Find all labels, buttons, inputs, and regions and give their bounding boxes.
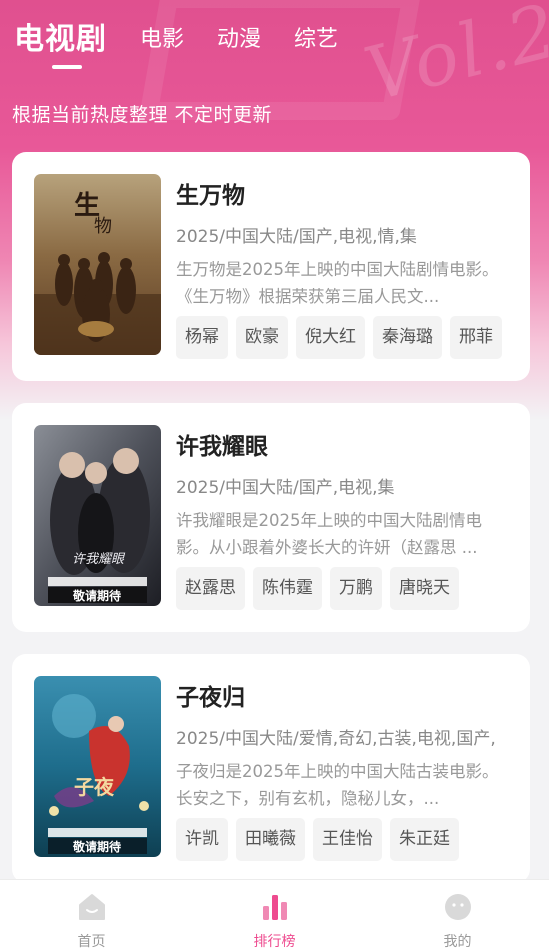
drama-card[interactable]: 子夜 敬请期待 子夜归 2025/中国大陆/爱情,奇幻,古装,电视,国产, 子夜… xyxy=(12,654,530,883)
ranking-icon xyxy=(262,895,287,920)
nav-ranking[interactable]: 排行榜 xyxy=(183,880,366,951)
actor-tag[interactable]: 唐晓天 xyxy=(390,567,459,610)
svg-text:许我耀眼: 许我耀眼 xyxy=(72,552,126,567)
tab-movies[interactable]: 电影 xyxy=(140,22,184,58)
nav-profile[interactable]: 我的 xyxy=(366,880,549,951)
actor-tag[interactable]: 杨幂 xyxy=(176,316,228,359)
actor-tag[interactable]: 陈伟霆 xyxy=(253,567,322,610)
actor-tag[interactable]: 欧豪 xyxy=(236,316,288,359)
drama-poster[interactable]: 生 物 xyxy=(34,174,161,355)
actor-tag[interactable]: 倪大红 xyxy=(296,316,365,359)
actor-tag[interactable]: 王佳怡 xyxy=(313,818,382,861)
bottom-navigation: 首页 排行榜 我的 xyxy=(0,879,549,951)
drama-meta: 2025/中国大陆/国产,电视,情,集 xyxy=(176,227,417,247)
actor-tag[interactable]: 赵露思 xyxy=(176,567,245,610)
svg-text:子夜: 子夜 xyxy=(74,775,115,799)
nav-label: 排行榜 xyxy=(253,934,296,950)
drama-title[interactable]: 子夜归 xyxy=(176,678,245,712)
drama-title[interactable]: 许我耀眼 xyxy=(176,427,268,461)
profile-icon xyxy=(444,894,471,920)
tab-variety[interactable]: 综艺 xyxy=(294,22,338,58)
actor-tag[interactable]: 邢菲 xyxy=(450,316,502,359)
home-icon xyxy=(78,894,105,920)
nav-label: 首页 xyxy=(77,934,106,950)
drama-description: 生万物是2025年上映的中国大陆剧情电影。《生万物》根据荣获第三届人民文... xyxy=(176,260,499,306)
ranking-subtitle: 根据当前热度整理 不定时更新 xyxy=(12,104,273,126)
drama-meta: 2025/中国大陆/国产,电视,集 xyxy=(176,478,395,498)
poster-caption: 敬请期待 xyxy=(72,839,121,854)
drama-poster[interactable]: 子夜 敬请期待 xyxy=(34,676,161,857)
drama-poster[interactable]: 许我耀眼 敬请期待 xyxy=(34,425,161,606)
tab-tv-series[interactable]: 电视剧 xyxy=(14,22,107,58)
category-tabs: 电视剧 电影 动漫 综艺 xyxy=(14,14,371,58)
actor-tag[interactable]: 万鹏 xyxy=(330,567,382,610)
actor-tag[interactable]: 田曦薇 xyxy=(236,818,305,861)
actor-tag[interactable]: 许凯 xyxy=(176,818,228,861)
active-tab-indicator xyxy=(52,65,82,69)
nav-home[interactable]: 首页 xyxy=(0,880,183,951)
nav-label: 我的 xyxy=(443,934,472,950)
tab-anime[interactable]: 动漫 xyxy=(217,22,261,58)
drama-card[interactable]: 许我耀眼 敬请期待 许我耀眼 2025/中国大陆/国产,电视,集 许我耀眼是20… xyxy=(12,403,530,632)
drama-meta: 2025/中国大陆/爱情,奇幻,古装,电视,国产, xyxy=(176,729,496,749)
drama-description: 子夜归是2025年上映的中国大陆古装电影。长安之下，别有玄机，隐秘儿女，... xyxy=(176,762,499,808)
drama-title[interactable]: 生万物 xyxy=(176,176,245,210)
poster-caption: 敬请期待 xyxy=(72,588,121,603)
actor-tag[interactable]: 秦海璐 xyxy=(373,316,442,359)
actor-list: 许凯 田曦薇 王佳怡 朱正廷 xyxy=(176,818,467,861)
actor-tag[interactable]: 朱正廷 xyxy=(390,818,459,861)
drama-card[interactable]: 生 物 生万物 2025/中国大陆/国产,电视,情,集 生万物是2025年上映的… xyxy=(12,152,530,381)
actor-list: 杨幂 欧豪 倪大红 秦海璐 邢菲 xyxy=(176,316,510,359)
actor-list: 赵露思 陈伟霆 万鹏 唐晓天 xyxy=(176,567,467,610)
drama-description: 许我耀眼是2025年上映的中国大陆剧情电影。从小跟着外婆长大的许妍（赵露思 ..… xyxy=(176,511,482,557)
svg-text:物: 物 xyxy=(94,216,112,237)
